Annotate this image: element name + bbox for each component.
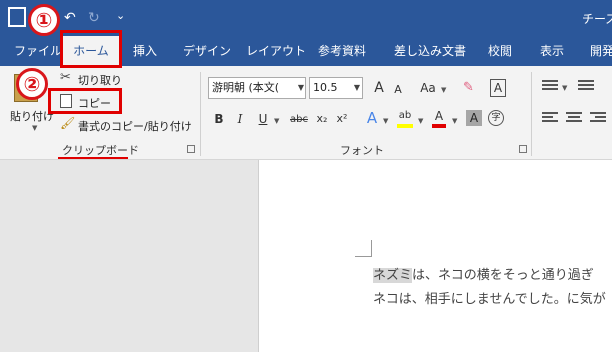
font-color-button[interactable]: A [432, 108, 446, 124]
paste-dropdown-icon: ▼ [32, 124, 38, 132]
tab-developer[interactable]: 開発 [590, 42, 612, 60]
tab-design[interactable]: デザイン [183, 42, 231, 60]
line-1-rest: は、ネコの横をそっと通り過ぎ [412, 268, 594, 283]
cut-button[interactable]: ✂ 切り取り [58, 70, 128, 88]
document-line-2: ネコは、相手にしませんでした。に気が [373, 292, 606, 307]
highlight-color-bar [397, 124, 413, 128]
character-border-button[interactable]: A [490, 79, 506, 97]
change-case-dropdown-icon[interactable]: ▼ [441, 86, 446, 94]
font-name-select[interactable]: 游明朝 (本文( [208, 77, 306, 99]
clipboard-label-underline [58, 157, 128, 159]
numbering-icon[interactable] [578, 80, 594, 94]
word-app-icon [8, 7, 26, 27]
strikethrough-button[interactable]: abc [288, 112, 310, 128]
underline-button[interactable]: U [256, 111, 270, 127]
font-name-dropdown-icon[interactable]: ▼ [296, 78, 306, 98]
format-painter-icon: 🖌 [60, 116, 76, 130]
step-2-marker: ② [16, 68, 48, 100]
undo-icon[interactable]: ↶ [64, 10, 76, 26]
format-painter-button[interactable]: 🖌 書式のコピー/貼り付け [58, 116, 192, 134]
highlight-color-button[interactable]: ab [397, 108, 413, 124]
italic-button[interactable]: I [234, 111, 246, 127]
tab-references[interactable]: 参考資料 [318, 42, 366, 60]
group-separator [531, 72, 532, 156]
customize-quick-access-icon[interactable]: ⌄ [116, 8, 125, 24]
selected-text[interactable]: ネズミ [373, 268, 413, 283]
tab-mailings[interactable]: 差し込み文書 [394, 42, 466, 60]
document-line-1: ネズミは、ネコの横をそっと通り過ぎ [373, 264, 594, 283]
cut-label: 切り取り [78, 74, 122, 87]
align-right-icon[interactable] [590, 112, 606, 126]
tab-review[interactable]: 校閲 [488, 42, 512, 60]
align-center-icon[interactable] [566, 112, 582, 126]
superscript-button[interactable]: x² [334, 111, 350, 127]
clipboard-launcher-icon[interactable] [187, 145, 195, 153]
bullets-dropdown-icon[interactable]: ▼ [562, 84, 567, 92]
document-workspace: ネズミは、ネコの横をそっと通り過ぎ ネコは、相手にしませんでした。に気が [0, 160, 612, 352]
format-painter-label: 書式のコピー/貼り付け [78, 120, 192, 133]
font-launcher-icon[interactable] [519, 145, 527, 153]
tab-layout[interactable]: レイアウト [246, 42, 306, 60]
change-case-button[interactable]: Aa [418, 80, 438, 96]
subscript-button[interactable]: x₂ [314, 111, 330, 127]
group-separator [200, 72, 201, 156]
text-effects-button[interactable]: A [364, 110, 380, 126]
redo-icon[interactable]: ↻ [88, 10, 100, 26]
shrink-font-button[interactable]: A [392, 82, 404, 98]
align-left-icon[interactable] [542, 112, 558, 126]
margin-corner-mark [355, 256, 372, 257]
margin-corner-mark [371, 240, 372, 256]
tab-insert[interactable]: 挿入 [133, 42, 157, 60]
clipboard-group-label: クリップボード [62, 144, 139, 157]
bullets-icon[interactable] [542, 80, 558, 94]
step-1-marker: ① [28, 4, 60, 36]
bold-button[interactable]: B [212, 111, 226, 127]
underline-dropdown-icon[interactable]: ▼ [274, 117, 279, 125]
highlight-dropdown-icon[interactable]: ▼ [418, 117, 423, 125]
font-color-bar [432, 124, 446, 128]
character-shading-button[interactable]: A [466, 110, 482, 126]
home-tab-highlight-box [60, 30, 122, 68]
clear-formatting-icon[interactable]: ✎ [463, 80, 479, 96]
tab-file[interactable]: ファイル [14, 42, 62, 60]
document-title: チーズ [582, 12, 612, 26]
copy-button-highlight-box [48, 88, 122, 114]
font-group-label: フォント [340, 144, 384, 157]
document-page[interactable]: ネズミは、ネコの横をそっと通り過ぎ ネコは、相手にしませんでした。に気が [258, 160, 612, 352]
text-effects-dropdown-icon[interactable]: ▼ [383, 117, 388, 125]
scissors-icon: ✂ [60, 70, 71, 85]
font-color-dropdown-icon[interactable]: ▼ [452, 117, 457, 125]
font-size-dropdown-icon[interactable]: ▼ [352, 78, 362, 98]
enclose-characters-button[interactable]: 字 [488, 110, 504, 126]
grow-font-button[interactable]: A [372, 80, 386, 96]
tab-view[interactable]: 表示 [540, 42, 564, 60]
